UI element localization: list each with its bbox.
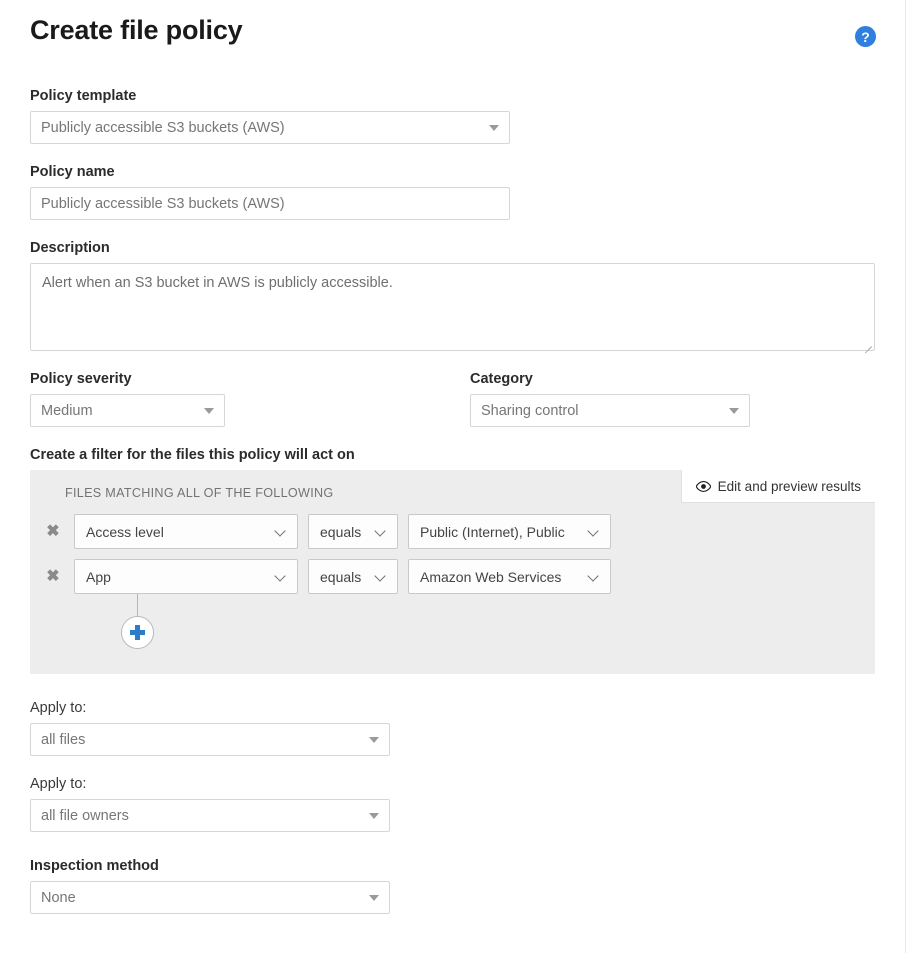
filter-panel: Edit and preview results FILES MATCHING …: [30, 470, 875, 674]
chevron-down-icon: [369, 812, 379, 819]
apply-to-owners-value: all file owners: [41, 807, 129, 824]
chevron-down-icon: [489, 124, 499, 131]
inspection-method-value: None: [41, 889, 76, 906]
add-filter-button[interactable]: [121, 616, 154, 649]
close-x-icon[interactable]: ✖: [42, 523, 64, 540]
severity-category-row: Policy severity Medium Category Sharing …: [30, 371, 876, 427]
add-filter-row-area: [30, 594, 875, 654]
page-header: Create file policy ?: [0, 0, 906, 47]
policy-name-field: Policy name Publicly accessible S3 bucke…: [30, 164, 876, 220]
policy-template-field: Policy template Publicly accessible S3 b…: [30, 88, 876, 144]
apply-to-owners-select[interactable]: all file owners: [30, 799, 390, 832]
resize-grip-icon[interactable]: [862, 338, 872, 354]
table-row: ✖ App equals Amazon Web Services: [30, 559, 875, 594]
table-row: ✖ Access level equals Public (Internet),…: [30, 514, 875, 549]
description-label: Description: [30, 240, 110, 256]
chevron-down-icon: [369, 894, 379, 901]
create-file-policy-page: Create file policy ? Policy template Pub…: [0, 0, 906, 953]
chevron-down-icon: [275, 571, 286, 582]
policy-severity-label: Policy severity: [30, 371, 132, 387]
apply-to-files-select[interactable]: all files: [30, 723, 390, 756]
filter-value-select-0[interactable]: Public (Internet), Public: [408, 514, 611, 549]
filter-section: Create a filter for the files this polic…: [30, 447, 876, 674]
edit-and-preview-results-label: Edit and preview results: [717, 478, 861, 494]
apply-to-files-value: all files: [41, 731, 86, 748]
policy-severity-field: Policy severity Medium: [30, 371, 470, 427]
chevron-down-icon: [729, 407, 739, 414]
inspection-method-field: Inspection method None: [30, 858, 876, 914]
policy-template-label: Policy template: [30, 88, 137, 104]
inspection-method-select[interactable]: None: [30, 881, 390, 914]
filter-operator-select-0[interactable]: equals: [308, 514, 398, 549]
filter-value-select-1[interactable]: Amazon Web Services: [408, 559, 611, 594]
chevron-down-icon: [375, 526, 386, 537]
apply-to-owners-field: Apply to: all file owners: [30, 776, 876, 832]
policy-template-value: Publicly accessible S3 buckets (AWS): [41, 119, 285, 136]
policy-severity-value: Medium: [41, 402, 93, 419]
description-value: Alert when an S3 bucket in AWS is public…: [42, 275, 393, 291]
filter-field-value-1: App: [86, 568, 111, 585]
chevron-down-icon: [375, 571, 386, 582]
plus-icon: [130, 625, 145, 640]
category-field: Category Sharing control: [470, 371, 875, 427]
chevron-down-icon: [369, 736, 379, 743]
filter-section-label: Create a filter for the files this polic…: [30, 447, 355, 463]
filter-value-value-0: Public (Internet), Public: [420, 523, 565, 540]
chevron-down-icon: [275, 526, 286, 537]
apply-to-owners-label: Apply to:: [30, 776, 87, 792]
inspection-method-label: Inspection method: [30, 858, 159, 874]
chevron-down-icon: [588, 526, 599, 537]
policy-name-label: Policy name: [30, 164, 115, 180]
filter-value-value-1: Amazon Web Services: [420, 568, 562, 585]
chevron-down-icon: [588, 571, 599, 582]
filter-operator-select-1[interactable]: equals: [308, 559, 398, 594]
apply-to-files-field: Apply to: all files: [30, 700, 876, 756]
policy-name-input[interactable]: Publicly accessible S3 buckets (AWS): [30, 187, 510, 220]
policy-severity-select[interactable]: Medium: [30, 394, 225, 427]
close-x-icon[interactable]: ✖: [42, 568, 64, 585]
filter-field-select-0[interactable]: Access level: [74, 514, 298, 549]
edit-and-preview-results-button[interactable]: Edit and preview results: [680, 470, 875, 503]
description-textarea[interactable]: Alert when an S3 bucket in AWS is public…: [30, 263, 875, 354]
category-value: Sharing control: [481, 402, 579, 419]
page-title: Create file policy: [30, 15, 243, 45]
category-select[interactable]: Sharing control: [470, 394, 750, 427]
policy-form: Policy template Publicly accessible S3 b…: [0, 88, 906, 914]
filter-operator-value-1: equals: [320, 568, 362, 585]
question-mark-circle-icon[interactable]: ?: [855, 26, 876, 47]
policy-name-value: Publicly accessible S3 buckets (AWS): [41, 195, 285, 212]
filter-field-select-1[interactable]: App: [74, 559, 298, 594]
description-field: Description Alert when an S3 bucket in A…: [30, 240, 876, 354]
apply-to-files-label: Apply to:: [30, 700, 87, 716]
chevron-down-icon: [204, 407, 214, 414]
policy-template-select[interactable]: Publicly accessible S3 buckets (AWS): [30, 111, 510, 144]
category-label: Category: [470, 371, 533, 387]
filter-operator-value-0: equals: [320, 523, 362, 540]
filter-field-value-0: Access level: [86, 523, 164, 540]
eye-icon: [695, 480, 711, 492]
